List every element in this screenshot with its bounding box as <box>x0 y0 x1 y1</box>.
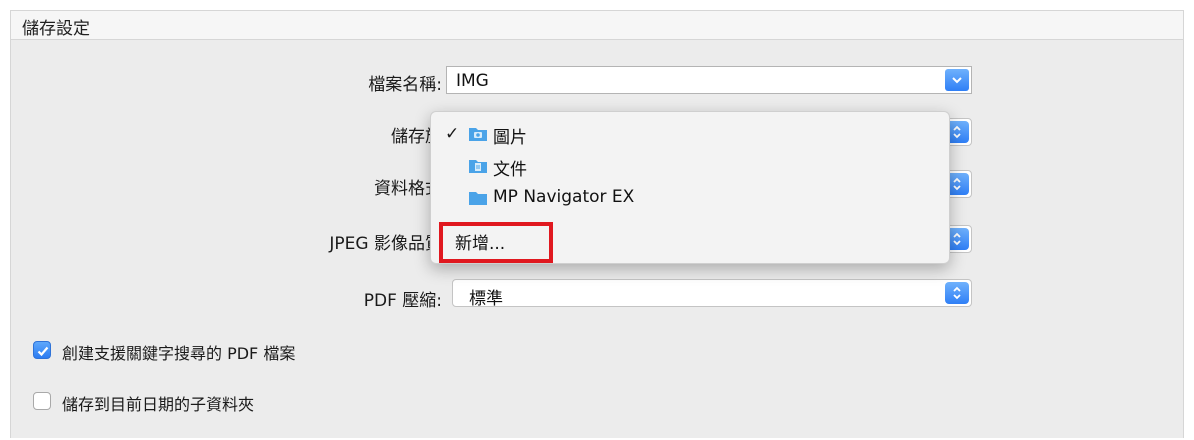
menu-item-pictures[interactable]: ✓ 圖片 <box>431 120 949 148</box>
menu-item-label: 文件 <box>493 160 527 180</box>
filename-value: IMG <box>456 71 489 91</box>
filename-label: 檔案名稱: <box>368 75 442 95</box>
pdf-compression-label: PDF 壓縮: <box>363 291 442 311</box>
section-header <box>10 10 1184 40</box>
updown-chevron-icon <box>953 177 961 191</box>
checkmark-icon: ✓ <box>445 124 460 144</box>
highlight-annotation <box>439 222 553 263</box>
filename-dropdown-button[interactable] <box>945 69 969 91</box>
menu-item-documents[interactable]: 文件 <box>431 152 949 180</box>
menu-item-label: MP Navigator EX <box>493 187 635 207</box>
updown-chevron-icon <box>953 232 961 246</box>
keyword-pdf-label[interactable]: 創建支援關鍵字搜尋的 PDF 檔案 <box>62 340 295 364</box>
chevron-down-icon <box>952 77 962 84</box>
pdf-compression-value: 標準 <box>469 289 503 309</box>
folder-icon <box>469 192 487 205</box>
checkmark-icon <box>37 346 49 357</box>
updown-chevron-icon <box>953 286 961 300</box>
pdf-compression-popup[interactable]: 標準 <box>452 279 972 309</box>
date-subfolder-checkbox[interactable] <box>33 392 51 410</box>
jpeg-quality-label: JPEG 影像品質 <box>329 234 442 254</box>
documents-folder-icon <box>469 160 487 173</box>
menu-item-label: 圖片 <box>493 128 527 148</box>
section-title: 儲存設定 <box>22 19 90 39</box>
pdf-compression-stepper[interactable] <box>945 282 969 304</box>
keyword-pdf-checkbox[interactable] <box>33 341 51 359</box>
filename-field[interactable]: IMG <box>446 66 972 94</box>
pictures-folder-icon <box>469 128 487 141</box>
updown-chevron-icon <box>953 125 961 139</box>
date-subfolder-label[interactable]: 儲存到目前日期的子資料夾 <box>62 391 254 415</box>
menu-item-mp-navigator[interactable]: MP Navigator EX <box>431 184 949 212</box>
